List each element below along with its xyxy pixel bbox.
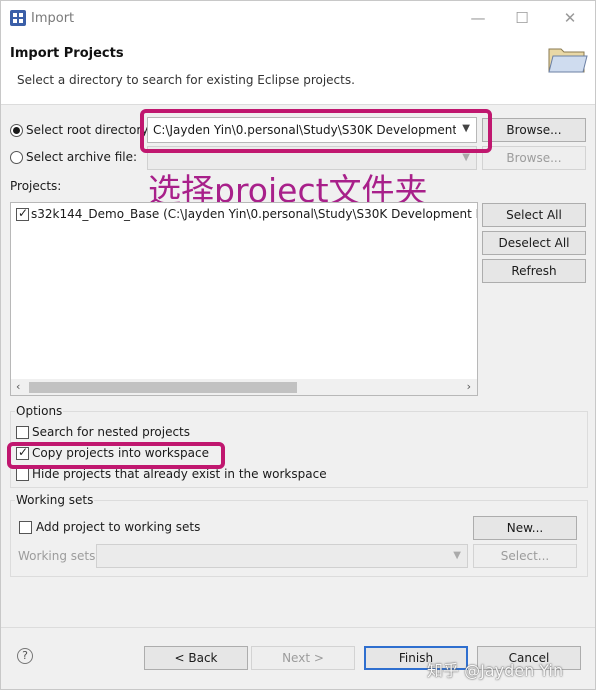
- copy-into-workspace-label: Copy projects into workspace: [32, 446, 210, 460]
- working-sets-label: Working sets:: [18, 549, 100, 563]
- chevron-down-icon: ▼: [453, 550, 461, 561]
- list-item[interactable]: s32k144_Demo_Base (C:\Jayden Yin\0.perso…: [31, 207, 477, 221]
- browse-directory-button[interactable]: Browse...: [482, 118, 586, 142]
- chevron-down-icon: ▼: [462, 152, 470, 163]
- projects-label: Projects:: [10, 179, 62, 193]
- window-title: Import: [31, 11, 75, 26]
- hide-existing-checkbox[interactable]: [16, 468, 29, 481]
- help-icon[interactable]: ?: [17, 648, 33, 664]
- browse-archive-button[interactable]: Browse...: [482, 146, 586, 170]
- copy-into-workspace-checkbox[interactable]: [16, 445, 29, 460]
- title-bar: Import — ☐ ✕: [1, 1, 595, 35]
- options-legend: Options: [15, 404, 64, 418]
- footer-separator: [1, 627, 595, 628]
- watermark: 知乎 @Jayden Yin: [427, 661, 564, 680]
- search-nested-label: Search for nested projects: [32, 425, 191, 439]
- new-working-set-button[interactable]: New...: [473, 516, 577, 540]
- scroll-right-icon[interactable]: ›: [467, 379, 471, 395]
- folder-icon: [548, 48, 588, 73]
- page-title: Import Projects: [10, 46, 124, 61]
- root-directory-combo[interactable]: C:\Jayden Yin\0.personal\Study\S30K Deve…: [147, 117, 477, 143]
- wizard-header: Import Projects Select a directory to se…: [1, 35, 595, 105]
- working-sets-combo[interactable]: ▼: [96, 544, 468, 568]
- search-nested-checkbox[interactable]: [16, 426, 29, 439]
- select-root-directory-radio[interactable]: [10, 124, 23, 137]
- horizontal-scrollbar[interactable]: ‹ ›: [11, 379, 477, 395]
- scroll-left-icon[interactable]: ‹: [16, 379, 20, 395]
- refresh-button[interactable]: Refresh: [482, 259, 586, 283]
- import-dialog: Import — ☐ ✕ Import Projects Select a di…: [0, 0, 596, 690]
- chevron-down-icon[interactable]: ▼: [462, 123, 470, 134]
- eclipse-app-icon: [10, 10, 26, 26]
- scrollbar-thumb[interactable]: [29, 382, 297, 393]
- project-checkbox[interactable]: [16, 206, 29, 221]
- select-all-button[interactable]: Select All: [482, 203, 586, 227]
- next-button[interactable]: Next >: [251, 646, 355, 670]
- select-archive-file-radio[interactable]: [10, 151, 23, 164]
- hide-existing-label: Hide projects that already exist in the …: [32, 467, 327, 481]
- select-archive-file-label: Select archive file:: [26, 150, 138, 164]
- add-to-working-sets-checkbox[interactable]: [19, 521, 32, 534]
- add-to-working-sets-label: Add project to working sets: [36, 520, 201, 534]
- select-root-directory-label: Select root directory:: [26, 123, 152, 137]
- maximize-button[interactable]: ☐: [509, 7, 535, 29]
- back-button[interactable]: < Back: [144, 646, 248, 670]
- page-description: Select a directory to search for existin…: [17, 73, 355, 87]
- root-directory-value: C:\Jayden Yin\0.personal\Study\S30K Deve…: [153, 123, 456, 137]
- select-working-sets-button[interactable]: Select...: [473, 544, 577, 568]
- projects-list[interactable]: s32k144_Demo_Base (C:\Jayden Yin\0.perso…: [10, 202, 478, 396]
- close-button[interactable]: ✕: [557, 7, 583, 29]
- minimize-button[interactable]: —: [465, 7, 491, 29]
- working-sets-legend: Working sets: [15, 493, 95, 507]
- deselect-all-button[interactable]: Deselect All: [482, 231, 586, 255]
